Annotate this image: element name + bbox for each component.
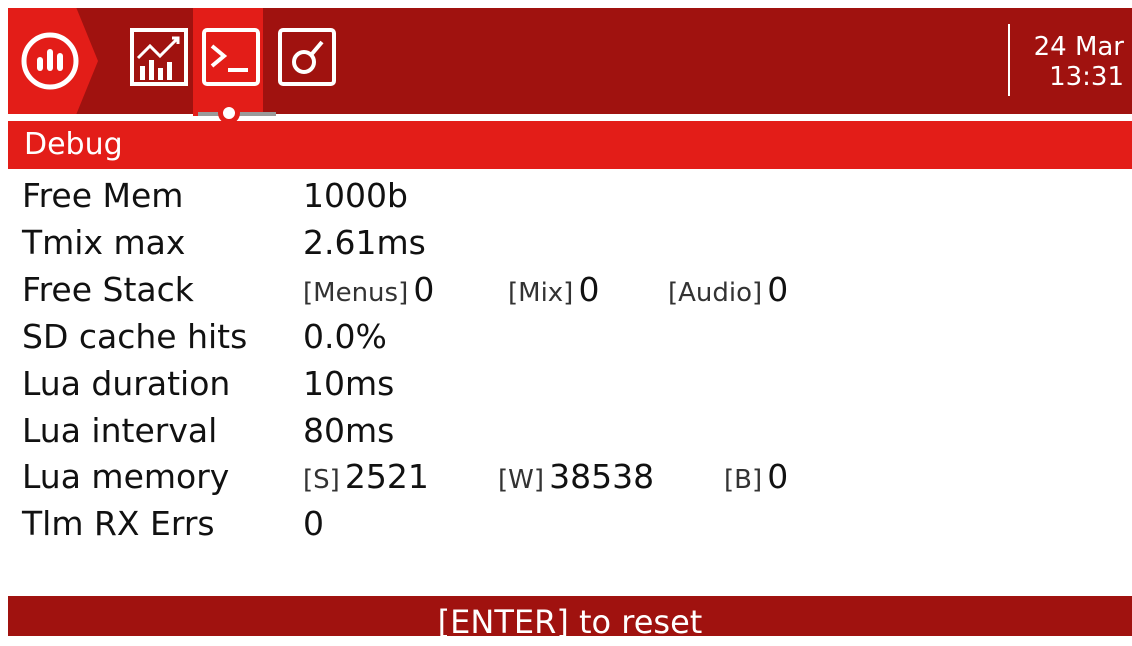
lua-memory-label: Lua memory bbox=[22, 457, 230, 496]
tab-statistics[interactable] bbox=[128, 26, 188, 90]
lua-interval-value: 80ms bbox=[303, 411, 395, 450]
lua-duration-value: 10ms bbox=[303, 364, 395, 403]
menus-tag: [Menus] bbox=[303, 278, 409, 308]
tlm-rx-label: Tlm RX Errs bbox=[22, 504, 215, 543]
free-stack-mix: [Mix] 0 bbox=[508, 267, 599, 319]
tlm-rx-value: 0 bbox=[303, 504, 324, 543]
page-title-bar: Debug bbox=[8, 121, 1132, 169]
audio-value: 0 bbox=[767, 270, 789, 309]
row-lua-interval: Lua interval 80ms bbox=[22, 408, 1122, 454]
tab-debug[interactable] bbox=[200, 26, 260, 90]
reset-button[interactable]: [ENTER] to reset bbox=[8, 596, 1132, 641]
b-tag: [B] bbox=[724, 465, 763, 495]
lua-duration-label: Lua duration bbox=[22, 364, 231, 403]
row-lua-memory: Lua memory [S] 2521 [W] 38538 [B] 0 bbox=[22, 454, 1122, 500]
audio-tag: [Audio] bbox=[668, 278, 763, 308]
lua-memory-b: [B] 0 bbox=[724, 454, 788, 506]
free-mem-label: Free Mem bbox=[22, 176, 184, 215]
free-stack-menus: [Menus] 0 bbox=[303, 267, 434, 319]
mix-value: 0 bbox=[578, 270, 600, 309]
top-bar-underline bbox=[8, 114, 1132, 117]
row-lua-duration: Lua duration 10ms bbox=[22, 361, 1122, 407]
page-title: Debug bbox=[24, 127, 123, 162]
tmix-max-label: Tmix max bbox=[22, 223, 186, 262]
date-text: 24 Mar bbox=[1033, 32, 1124, 62]
free-stack-audio: [Audio] 0 bbox=[668, 267, 788, 319]
mix-tag: [Mix] bbox=[508, 278, 574, 308]
reset-label: [ENTER] to reset bbox=[437, 603, 703, 641]
sd-cache-label: SD cache hits bbox=[22, 317, 248, 356]
free-stack-label: Free Stack bbox=[22, 270, 194, 309]
time-text: 13:31 bbox=[1049, 62, 1124, 92]
analog-input-icon bbox=[278, 28, 336, 86]
sd-cache-value: 0.0% bbox=[303, 317, 387, 356]
row-tmix-max: Tmix max 2.61ms bbox=[22, 220, 1122, 266]
s-tag: [S] bbox=[303, 465, 340, 495]
tab-analogs[interactable] bbox=[276, 26, 336, 90]
b-value: 0 bbox=[767, 457, 789, 496]
w-value: 38538 bbox=[549, 457, 655, 496]
header-divider bbox=[1008, 24, 1010, 96]
row-tlm-rx-errs: Tlm RX Errs 0 bbox=[22, 501, 1122, 547]
date-time: 24 Mar 13:31 bbox=[1014, 32, 1124, 92]
radio-menu-icon bbox=[21, 32, 79, 90]
stats-chart-icon bbox=[130, 28, 188, 86]
lua-memory-w: [W] 38538 bbox=[498, 454, 654, 506]
menus-value: 0 bbox=[413, 270, 435, 309]
free-mem-value: 1000b bbox=[303, 176, 408, 215]
row-sd-cache: SD cache hits 0.0% bbox=[22, 314, 1122, 360]
tmix-max-value: 2.61ms bbox=[303, 223, 426, 262]
w-tag: [W] bbox=[498, 465, 544, 495]
terminal-icon bbox=[202, 28, 260, 86]
lua-memory-s: [S] 2521 bbox=[303, 454, 429, 506]
row-free-stack: Free Stack [Menus] 0 [Mix] 0 [Audio] 0 bbox=[22, 267, 1122, 313]
s-value: 2521 bbox=[344, 457, 429, 496]
lua-interval-label: Lua interval bbox=[22, 411, 218, 450]
row-free-mem: Free Mem 1000b bbox=[22, 173, 1122, 219]
